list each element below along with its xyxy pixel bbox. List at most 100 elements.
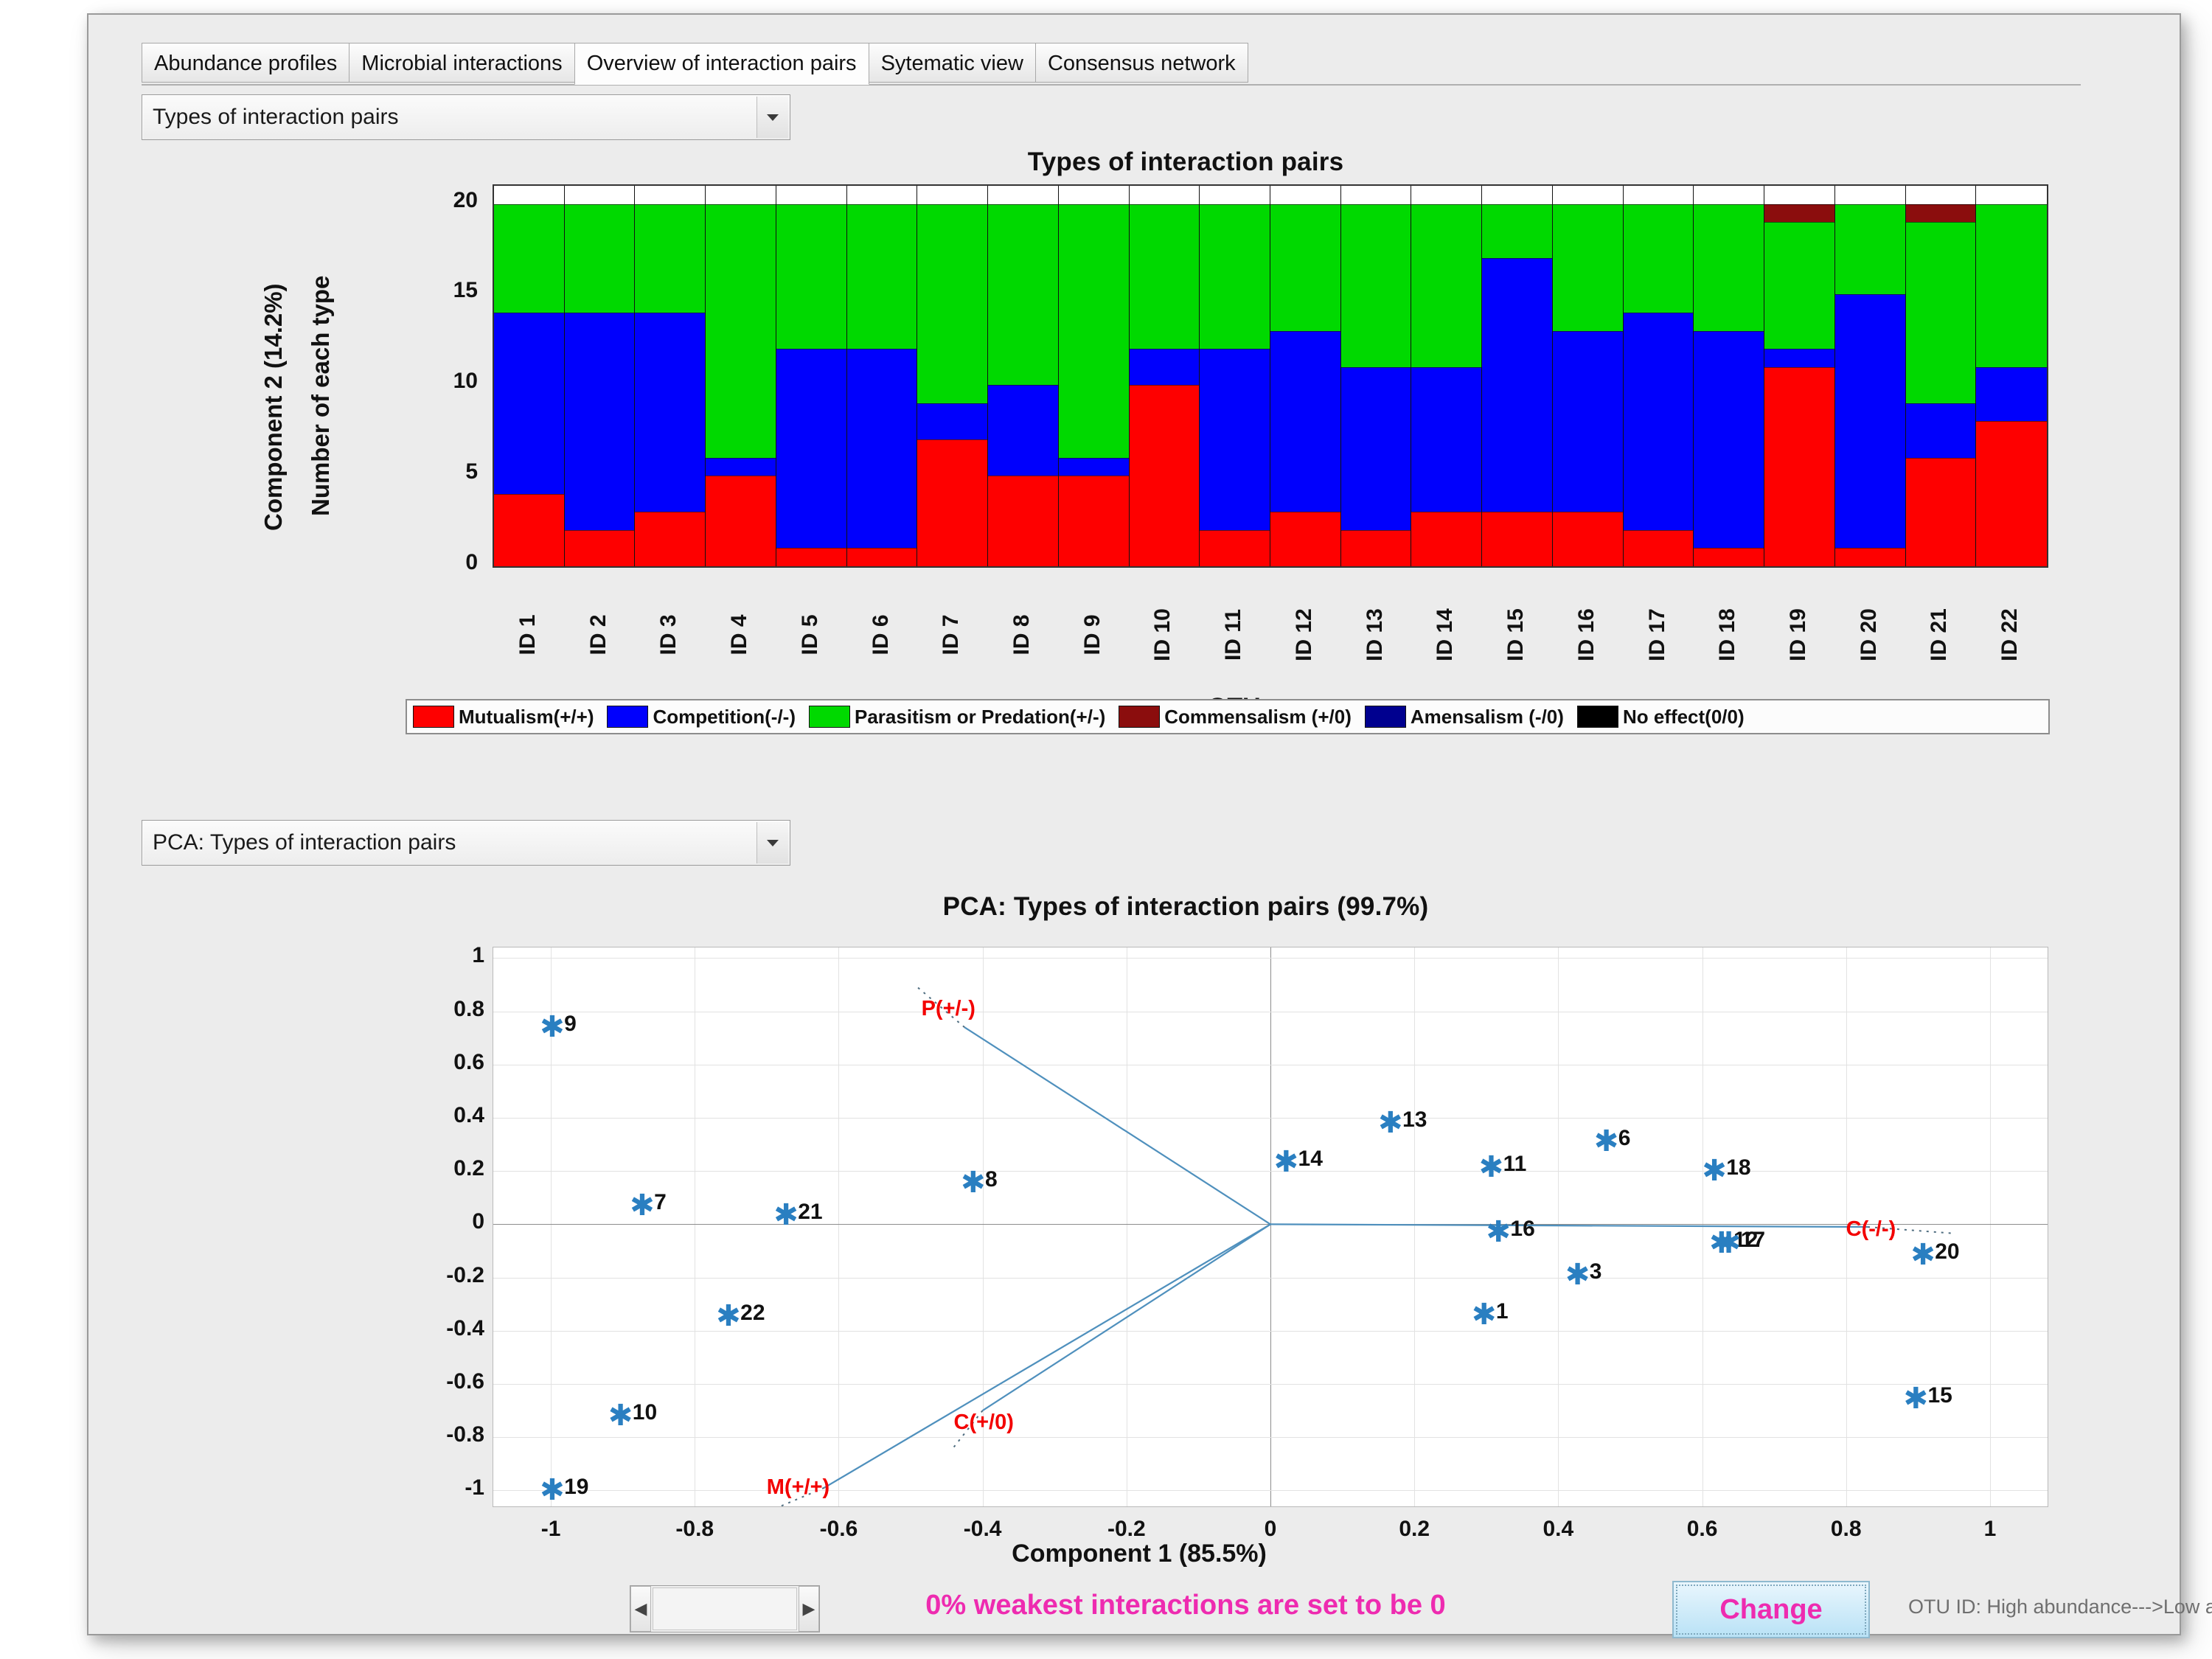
pca-vector-label: M(+/+): [766, 1475, 830, 1500]
pca-y-tick: -0.6: [446, 1368, 484, 1394]
pca-point-label: 17: [1740, 1227, 1766, 1252]
pca-x-tick: 0.8: [1830, 1517, 1862, 1541]
bar-column: [1129, 186, 1200, 566]
bar-segment: [1552, 330, 1623, 512]
bar-column: [988, 186, 1059, 566]
slider-right-arrow-icon[interactable]: ▶: [799, 1586, 819, 1632]
change-button[interactable]: Change: [1672, 1581, 1870, 1638]
legend-swatch: [1364, 706, 1406, 728]
bar-segment: [988, 385, 1058, 476]
bar-chart-y-tick: 15: [453, 278, 478, 303]
bar-segment: [917, 403, 988, 439]
legend-entry: Competition(-/-): [601, 700, 803, 733]
slider-left-arrow-icon[interactable]: ◀: [630, 1586, 651, 1632]
bar-segment: [494, 204, 564, 313]
bar-column: [1340, 186, 1412, 566]
asterisk-marker-icon: ✱: [716, 1298, 741, 1333]
bar-column: [635, 186, 706, 566]
tab-sytematic-view[interactable]: Sytematic view: [868, 43, 1036, 83]
bar-chart-x-tick: ID 7: [939, 614, 964, 655]
bar-column: [1482, 186, 1553, 566]
bar-chart-x-tick: ID 15: [1503, 608, 1528, 661]
pca-plot-type-select-value: PCA: Types of interaction pairs: [153, 830, 456, 855]
legend-swatch: [809, 706, 850, 728]
bar-segment: [1905, 222, 1976, 403]
legend-label: No effect(0/0): [1622, 706, 1745, 728]
bar-chart-x-tick: ID 6: [868, 614, 893, 655]
bar-segment: [1623, 204, 1694, 313]
bar-segment: [1200, 349, 1270, 530]
bar-chart-x-tick: ID 10: [1150, 608, 1175, 661]
change-button-label: Change: [1719, 1594, 1823, 1625]
bar-segment: [846, 349, 917, 549]
bar-segment: [917, 439, 988, 566]
tab-consensus-network[interactable]: Consensus network: [1034, 43, 1248, 83]
pca-loading-vectors: [778, 985, 1952, 1506]
asterisk-marker-icon: ✱: [1910, 1237, 1935, 1272]
bar-chart-x-tick: ID 19: [1785, 608, 1810, 661]
bar-chart-y-axis-label: Number of each type: [307, 275, 334, 516]
asterisk-marker-icon: ✱: [1903, 1381, 1928, 1416]
bar-segment: [1694, 330, 1764, 549]
tab-bar: Abundance profiles Microbial interaction…: [142, 43, 2132, 86]
bar-segment: [1340, 204, 1411, 367]
bar-column: [1552, 186, 1624, 566]
bar-chart-legend: Mutualism(+/+) Competition(-/-) Parasitism…: [406, 699, 2050, 734]
asterisk-marker-icon: ✱: [1378, 1106, 1403, 1141]
bar-segment: [706, 476, 776, 566]
bar-chart-x-tick: ID 3: [656, 614, 681, 655]
chevron-down-icon[interactable]: [757, 822, 788, 863]
pca-y-tick: -0.8: [446, 1422, 484, 1447]
pca-point-label: 14: [1298, 1146, 1323, 1171]
bar-segment: [635, 512, 706, 566]
threshold-slider[interactable]: ◀ ▶: [630, 1585, 820, 1632]
bar-segment: [1129, 349, 1200, 386]
pca-plot-type-select[interactable]: PCA: Types of interaction pairs: [142, 820, 790, 866]
pca-y-tick: 0.8: [453, 996, 484, 1021]
bar-segment: [1270, 512, 1340, 566]
bar-segment: [1976, 204, 2047, 367]
bar-segment: [1270, 330, 1340, 512]
legend-entry: No effect(0/0): [1571, 700, 1752, 733]
bar-segment: [1976, 421, 2047, 566]
bar-segment: [1482, 512, 1552, 566]
chevron-down-icon[interactable]: [757, 97, 788, 138]
bar-segment: [1058, 457, 1129, 476]
plot-type-select[interactable]: Types of interaction pairs: [142, 94, 790, 140]
bar-chart-y-tick: 10: [453, 369, 478, 394]
legend-label: Commensalism (+/0): [1164, 706, 1352, 728]
pca-chart-title: PCA: Types of interaction pairs (99.7%): [942, 892, 1429, 921]
bar-column: [1834, 186, 1906, 566]
bar-column: [494, 186, 565, 566]
bar-segment: [494, 313, 564, 494]
bar-chart-x-tick: ID 5: [797, 614, 822, 655]
bar-column: [1058, 186, 1130, 566]
application-window: Abundance profiles Microbial interaction…: [87, 13, 2212, 1638]
pca-vector-label: C(-/-): [1846, 1217, 1896, 1242]
pca-y-tick: 1: [472, 943, 484, 968]
asterisk-marker-icon: ✱: [773, 1197, 799, 1232]
slider-trough[interactable]: [653, 1587, 797, 1630]
bar-segment: [1834, 294, 1905, 549]
pca-x-tick: -0.6: [819, 1517, 858, 1541]
bar-segment: [1623, 529, 1694, 566]
bar-segment: [564, 204, 635, 313]
tab-microbial-interactions[interactable]: Microbial interactions: [349, 43, 575, 83]
legend-entry: Parasitism or Predation(+/-): [803, 700, 1113, 733]
pca-y-tick: -0.2: [446, 1262, 484, 1287]
bar-chart-plot-area: [493, 184, 2048, 568]
pca-point-label: 8: [984, 1167, 998, 1192]
bar-chart-x-tick: ID 8: [1009, 614, 1034, 655]
pca-chart-panel: PCA: Types of interaction pairs (99.7%) …: [220, 885, 2152, 1585]
bar-segment: [1340, 529, 1411, 566]
tab-overview-of-interaction-pairs[interactable]: Overview of interaction pairs: [574, 43, 869, 85]
tab-abundance-profiles[interactable]: Abundance profiles: [142, 43, 350, 83]
bar-chart-x-tick: ID 17: [1644, 608, 1669, 661]
legend-entry: Amensalism (-/0): [1359, 700, 1571, 733]
bar-segment: [776, 349, 846, 549]
legend-swatch: [1119, 706, 1161, 728]
otu-id-note: OTU ID: High abundance--->Low abundance: [1908, 1596, 2212, 1618]
weakest-interactions-status: 0% weakest interactions are set to be 0: [925, 1590, 1446, 1621]
bar-segment: [1694, 204, 1764, 331]
bar-segment: [1340, 366, 1411, 530]
